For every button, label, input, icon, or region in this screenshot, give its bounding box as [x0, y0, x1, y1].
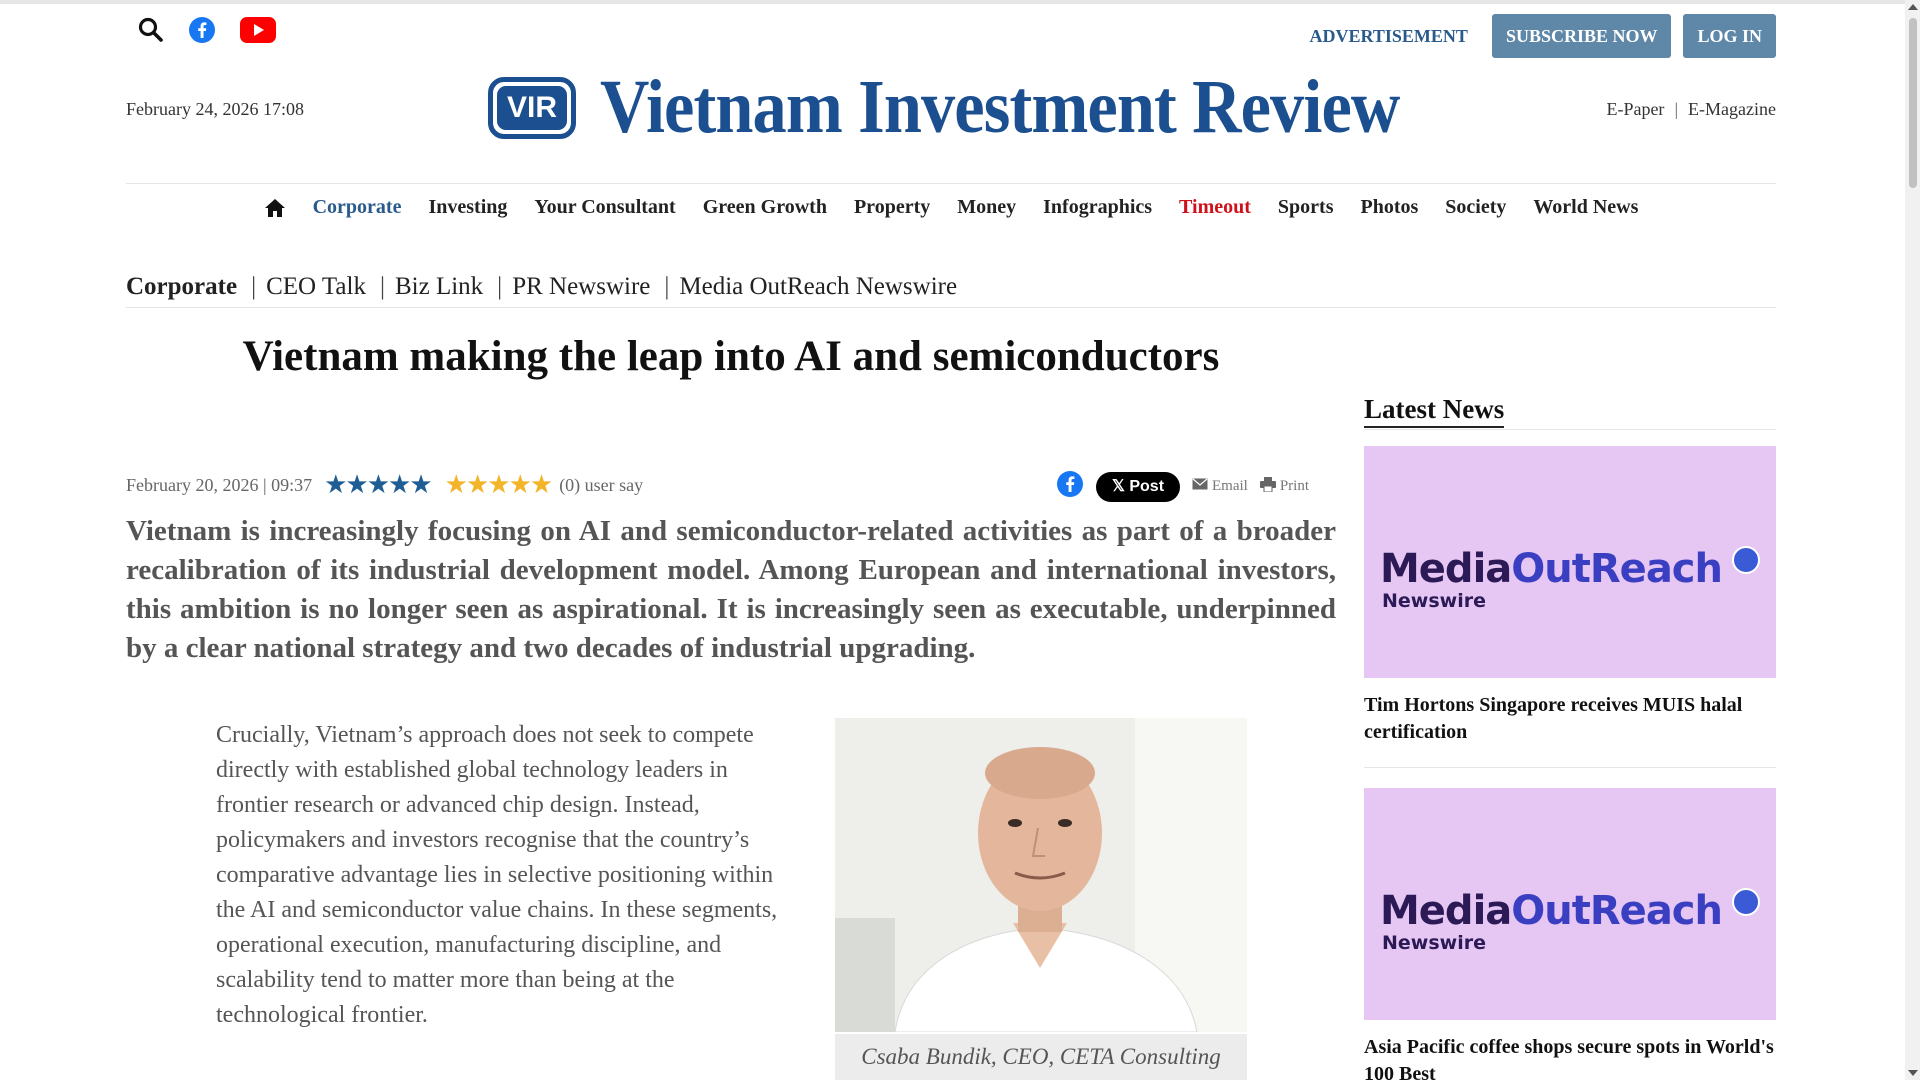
section-subnav: Corporate | CEO Talk | Biz Link | PR New… — [126, 266, 1776, 308]
email-share-button[interactable]: Email — [1192, 478, 1248, 495]
subnav-item-ceo-talk[interactable]: CEO Talk — [266, 273, 366, 301]
latest-news-heading: Latest News — [1364, 394, 1505, 428]
nav-item-investing[interactable]: Investing — [428, 196, 507, 219]
top-icons — [138, 16, 276, 49]
nav-item-photos[interactable]: Photos — [1360, 196, 1418, 219]
subnav-separator: | — [251, 272, 257, 300]
edition-links: E-Paper | E-Magazine — [1606, 99, 1776, 120]
nav-item-infographics[interactable]: Infographics — [1043, 196, 1152, 219]
globe-icon — [1732, 888, 1760, 916]
user-say-count: (0) user say — [559, 474, 644, 495]
rating-input-stars[interactable]: ★★★★★ — [445, 472, 554, 498]
article-title: Vietnam making the leap into AI and semi… — [242, 333, 1220, 380]
subscribe-button[interactable]: SUBSCRIBE NOW — [1491, 14, 1672, 58]
sidebar-divider — [1364, 767, 1776, 768]
nav-item-world-news[interactable]: World News — [1533, 196, 1638, 219]
subnav-item-media-outreach-newswire[interactable]: Media OutReach Newswire — [679, 273, 957, 301]
subnav-separator: | — [379, 272, 385, 300]
news-card-image[interactable]: MediaOutReach Newswire — [1364, 788, 1776, 1020]
share-toolbar: 𝕏 Post Email Print — [1056, 470, 1309, 503]
printer-icon — [1259, 476, 1276, 497]
article-date: February 20, 2026 | 09:37 — [126, 474, 313, 495]
news-card-title[interactable]: Tim Hortons Singapore receives MUIS hala… — [1364, 692, 1776, 746]
subnav-item-pr-newswire[interactable]: PR Newswire — [512, 273, 650, 301]
subnav-separator: | — [497, 272, 503, 300]
print-button[interactable]: Print — [1259, 476, 1310, 497]
logo-subtitle: Newswire — [1382, 590, 1486, 612]
latest-news-card[interactable]: MediaOutReach Newswire Tim Hortons Singa… — [1364, 446, 1776, 746]
logo-word-outreach: OutReach — [1511, 888, 1723, 934]
scrollbar-thumb[interactable] — [1909, 18, 1917, 188]
portrait-illustration — [835, 718, 1247, 1032]
subnav-item-biz-link[interactable]: Biz Link — [395, 273, 483, 301]
emagazine-link[interactable]: E-Magazine — [1688, 99, 1776, 119]
site-logo[interactable]: VIR Vietnam Investment Review — [488, 64, 1488, 151]
globe-icon — [1732, 546, 1760, 574]
nav-item-green-growth[interactable]: Green Growth — [703, 196, 827, 219]
logo-text: Vietnam Investment Review — [600, 65, 1400, 149]
home-icon[interactable] — [264, 198, 286, 218]
epaper-link[interactable]: E-Paper — [1606, 99, 1664, 119]
email-label: Email — [1212, 478, 1248, 494]
logo-word-outreach: OutReach — [1511, 546, 1723, 592]
nav-item-sports[interactable]: Sports — [1278, 196, 1334, 219]
nav-item-your-consultant[interactable]: Your Consultant — [534, 196, 675, 219]
top-right-actions: ADVERTISEMENT SUBSCRIBE NOW LOG IN — [1310, 14, 1776, 58]
nav-item-money[interactable]: Money — [957, 196, 1016, 219]
page-container: ADVERTISEMENT SUBSCRIBE NOW LOG IN Febru… — [126, 0, 1776, 1080]
login-button[interactable]: LOG IN — [1683, 14, 1776, 58]
rating-average-stars: ★★★★★ — [324, 470, 433, 499]
envelope-icon — [1192, 478, 1208, 495]
news-card-image[interactable]: MediaOutReach Newswire — [1364, 446, 1776, 678]
nav-item-timeout[interactable]: Timeout — [1179, 196, 1251, 219]
article-body-paragraph: Crucially, Vietnam’s approach does not s… — [216, 722, 778, 1028]
logo-subtitle: Newswire — [1382, 932, 1486, 954]
nav-item-property[interactable]: Property — [854, 196, 930, 219]
facebook-share-icon[interactable] — [1056, 470, 1084, 503]
news-card-title[interactable]: Asia Pacific coffee shops secure spots i… — [1364, 1034, 1776, 1080]
article-meta: February 20, 2026 | 09:37 ★★★★★ ★★★★★ (0… — [126, 470, 643, 500]
top-bar: ADVERTISEMENT SUBSCRIBE NOW LOG IN — [126, 14, 1776, 58]
print-label: Print — [1279, 478, 1310, 494]
facebook-icon[interactable] — [188, 16, 216, 49]
logo-word-media: Media — [1380, 546, 1512, 592]
x-post-button[interactable]: 𝕏 Post — [1096, 471, 1181, 502]
search-icon[interactable] — [138, 17, 164, 48]
scroll-down-icon[interactable] — [1908, 1070, 1918, 1076]
youtube-icon[interactable] — [240, 17, 276, 48]
subnav-section-corporate[interactable]: Corporate — [126, 273, 237, 301]
article-photo[interactable] — [835, 718, 1247, 1032]
media-outreach-logo: MediaOutReach — [1380, 888, 1723, 934]
photo-caption: Csaba Bundik, CEO, CETA Consulting — [835, 1034, 1247, 1080]
x-logo-icon: 𝕏 — [1112, 477, 1130, 495]
logo-word-media: Media — [1380, 888, 1512, 934]
x-post-label: Post — [1129, 477, 1165, 495]
scroll-up-icon[interactable] — [1908, 4, 1918, 10]
main-nav: Corporate Investing Your Consultant Gree… — [126, 183, 1776, 231]
current-date: February 24, 2026 17:08 — [126, 99, 304, 119]
article-lead: Vietnam is increasingly focusing on AI a… — [126, 515, 1336, 664]
edition-separator: | — [1674, 99, 1679, 119]
advertisement-link[interactable]: ADVERTISEMENT — [1310, 26, 1468, 47]
latest-news-card[interactable]: MediaOutReach Newswire Asia Pacific coff… — [1364, 788, 1776, 1080]
nav-item-society[interactable]: Society — [1445, 196, 1506, 219]
nav-item-corporate[interactable]: Corporate — [313, 196, 402, 219]
subnav-separator: | — [664, 272, 670, 300]
logo-badge-text: VIR — [497, 85, 567, 130]
page-scrollbar[interactable] — [1905, 0, 1920, 1080]
media-outreach-logo: MediaOutReach — [1380, 546, 1723, 592]
logo-badge: VIR — [488, 76, 576, 139]
latest-news-header: Latest News — [1364, 394, 1776, 430]
